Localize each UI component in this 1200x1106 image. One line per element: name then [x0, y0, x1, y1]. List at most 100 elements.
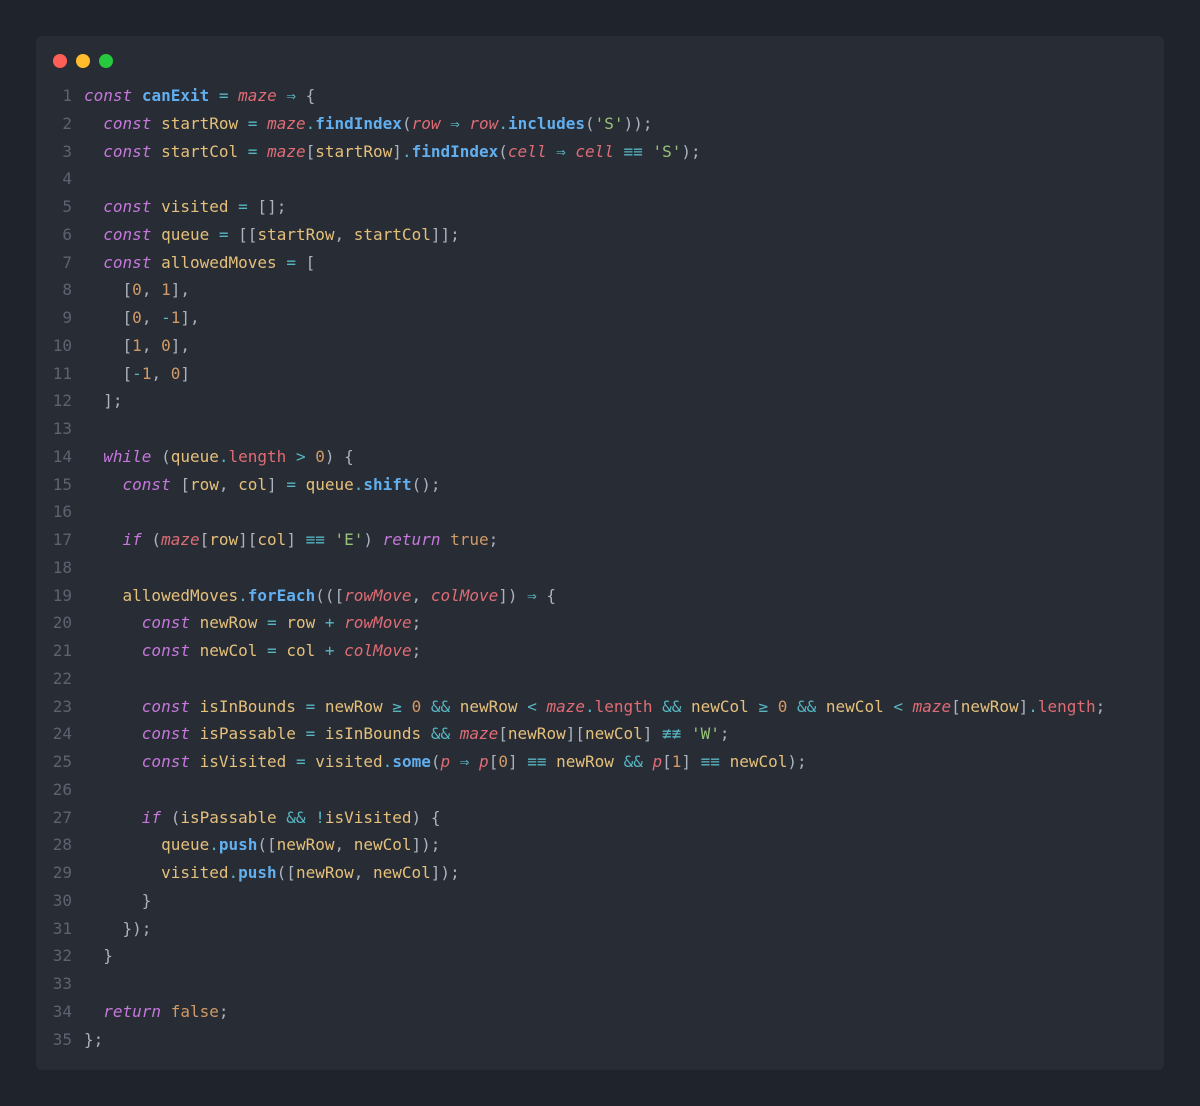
- code-token: newRow: [276, 835, 335, 855]
- code-token: isInBounds: [199, 696, 296, 716]
- line-number: 1: [62, 86, 72, 105]
- close-dot-icon[interactable]: [53, 54, 67, 68]
- code-token: queue: [161, 835, 210, 855]
- code-token: ⇒: [556, 141, 566, 161]
- code-token: newCol: [373, 863, 431, 882]
- line-source: const isPassable = isInBounds && maze[ne…: [84, 720, 730, 748]
- code-line: 8 [0, 1],: [48, 276, 1105, 304]
- code-token: ]): [498, 585, 528, 605]
- line-source: [0, 1],: [84, 276, 190, 304]
- code-token: ;: [411, 613, 422, 633]
- line-number: 16: [52, 502, 72, 522]
- line-number: 6: [62, 224, 72, 244]
- code-token: ,: [141, 280, 162, 300]
- code-line: 4: [48, 165, 1105, 193]
- code-token: const: [84, 86, 133, 105]
- code-token: ,: [141, 308, 162, 327]
- code-token: .: [1028, 696, 1038, 716]
- code-token: 1: [161, 280, 171, 300]
- line-source: const canExit = maze ⇒ {: [84, 82, 315, 110]
- code-token: ≡≡: [305, 530, 325, 549]
- line-source: visited.push([newRow, newCol]);: [84, 859, 460, 887]
- code-line: 29 visited.push([newRow, newCol]);: [48, 859, 1105, 887]
- code-block: 1 const canExit = maze ⇒ {2 const startRo…: [48, 82, 1106, 1054]
- code-token: 'W': [690, 724, 720, 744]
- code-token: newRow: [199, 613, 258, 633]
- code-token: .: [382, 752, 393, 771]
- line-source: const newCol = col + colMove;: [84, 637, 421, 665]
- line-number: 8: [62, 280, 72, 300]
- code-token: ([: [257, 835, 277, 855]
- code-token: =: [267, 613, 277, 633]
- line-number: 20: [52, 613, 72, 633]
- code-token: 0: [161, 335, 171, 355]
- code-token: [];: [247, 197, 287, 216]
- code-token: ],: [170, 335, 190, 355]
- line-source: ];: [84, 387, 122, 415]
- line-number: 11: [52, 363, 72, 383]
- code-token: }: [84, 946, 113, 966]
- code-token: ;: [488, 530, 499, 549]
- code-line: 34 return false;: [48, 998, 1105, 1026]
- code-token: ],: [180, 308, 200, 327]
- code-token: while: [103, 446, 152, 466]
- line-number: 23: [52, 696, 72, 716]
- code-token: 'S': [594, 113, 624, 133]
- line-source: const startRow = maze.findIndex(row ⇒ ro…: [84, 110, 652, 138]
- line-source: };: [84, 1026, 103, 1054]
- code-token: ): [363, 530, 383, 549]
- code-token: ⇒: [450, 113, 460, 133]
- line-source: const [row, col] = queue.shift();: [84, 471, 441, 499]
- code-token: newRow: [459, 696, 518, 716]
- code-token: return: [103, 1001, 162, 1021]
- code-token: const: [103, 141, 152, 161]
- code-line: 22: [48, 665, 1105, 693]
- code-token: ,: [141, 335, 162, 355]
- code-token: const: [141, 696, 190, 716]
- code-token: colMove: [344, 641, 412, 660]
- code-token: findIndex: [411, 141, 499, 161]
- code-line: 21 const newCol = col + colMove;: [48, 637, 1105, 665]
- maximize-dot-icon[interactable]: [99, 54, 113, 68]
- line-number: 34: [52, 1001, 72, 1021]
- code-token: ]: [180, 363, 190, 383]
- code-token: [: [84, 280, 133, 300]
- minimize-dot-icon[interactable]: [76, 54, 90, 68]
- code-token: 0: [411, 696, 422, 716]
- code-token: [: [488, 752, 499, 771]
- code-token: {: [295, 86, 316, 105]
- code-token: newRow: [507, 724, 566, 744]
- code-token: const: [141, 641, 190, 660]
- line-source: const isInBounds = newRow ≥ 0 && newRow …: [84, 693, 1106, 721]
- code-token: isPassable: [199, 724, 296, 744]
- code-line: 9 [0, -1],: [48, 304, 1105, 332]
- code-token: ⇒: [286, 86, 296, 105]
- code-token: 0: [132, 280, 142, 300]
- code-token: [: [170, 474, 190, 494]
- code-token: ;: [1095, 696, 1106, 716]
- code-token: const: [103, 224, 152, 244]
- code-token: const: [103, 113, 152, 133]
- code-line: 10 [1, 0],: [48, 332, 1105, 360]
